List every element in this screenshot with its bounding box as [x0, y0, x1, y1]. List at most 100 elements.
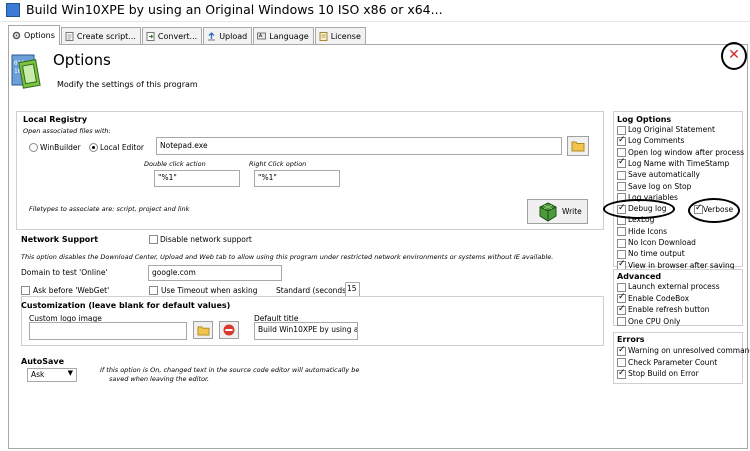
app-window: Build Win10XPE by using an Original Wind… [0, 0, 750, 451]
checkbox-row[interactable]: Log Name with TimeStamp [617, 157, 730, 169]
checkbox[interactable] [617, 182, 626, 191]
tab-options[interactable]: Options [8, 25, 60, 45]
checkbox[interactable] [617, 148, 626, 158]
tab-create-script[interactable]: Create script... [60, 27, 141, 45]
standard-seconds-value: 15 [347, 284, 357, 293]
browse-editor-button[interactable] [567, 136, 589, 156]
write-button[interactable]: Write [527, 199, 588, 224]
autosave-select[interactable]: Ask ▼ [27, 368, 77, 382]
tab-upload[interactable]: Upload [203, 27, 253, 45]
checkbox[interactable] [617, 227, 626, 237]
radio-winbuilder[interactable] [29, 143, 38, 152]
checkbox[interactable] [617, 304, 626, 315]
page-subtitle: Modify the settings of this program [57, 80, 198, 89]
checkbox-label: Open log window after process [628, 147, 745, 157]
checkbox-label: Launch external process [628, 282, 720, 291]
checkbox[interactable] [617, 249, 626, 259]
tab-label: License [330, 32, 361, 41]
checkbox-row[interactable]: Log Comments [617, 135, 684, 146]
checkbox[interactable] [617, 282, 626, 292]
checkbox-row[interactable]: Log Original Statement [617, 125, 715, 135]
checkbox-label: No time output [628, 249, 685, 259]
folder-icon [571, 141, 585, 152]
checkbox[interactable] [617, 238, 626, 248]
folder-icon [197, 325, 209, 336]
checkbox-label: Save log on Stop [628, 181, 692, 191]
ask-webget-checkbox[interactable] [21, 286, 30, 295]
checkbox-row[interactable]: Save automatically [617, 170, 700, 180]
checkbox-row[interactable]: Enable refresh button [617, 304, 709, 315]
page-title: Options [53, 51, 111, 69]
checkbox-row[interactable]: Save log on Stop [617, 181, 692, 191]
default-title-input[interactable]: Build Win10XPE by using an Or [254, 322, 358, 340]
clear-logo-button[interactable] [219, 321, 239, 339]
checkbox-row[interactable]: Launch external process [617, 282, 720, 292]
logo-image-input[interactable] [29, 322, 187, 340]
checkbox-row[interactable]: Warning on unresolved command [617, 345, 750, 356]
radio-local-editor-label: Local Editor [100, 143, 145, 152]
domain-input[interactable]: google.com [148, 265, 282, 281]
autosave-select-value: Ask [31, 370, 45, 379]
chevron-down-icon: ▼ [67, 369, 73, 377]
close-icon[interactable]: ✕ [726, 46, 742, 64]
checkbox-row[interactable]: Hide Icons [617, 227, 667, 237]
checkbox[interactable] [617, 317, 626, 326]
checkbox[interactable] [617, 135, 626, 146]
checkbox-row[interactable]: Enable CodeBox [617, 292, 689, 303]
radio-winbuilder-label: WinBuilder [40, 143, 81, 152]
checkbox[interactable] [617, 157, 626, 169]
tab-language[interactable]: Language [253, 27, 314, 45]
standard-seconds-label: Standard (seconds) [276, 286, 350, 295]
open-associated-label: Open associated files with: [23, 127, 111, 135]
checkbox[interactable] [617, 170, 626, 180]
use-timeout-checkbox[interactable] [149, 286, 158, 295]
convert-icon [146, 32, 155, 41]
network-support-title: Network Support [21, 235, 99, 244]
checkbox-row[interactable]: One CPU Only [617, 317, 680, 326]
use-timeout-label: Use Timeout when asking [161, 286, 258, 295]
write-button-label: Write [562, 207, 582, 216]
checkbox[interactable] [617, 292, 626, 303]
checkbox-row[interactable]: No Icon Download [617, 238, 696, 248]
ask-webget-label: Ask before 'WebGet' [33, 286, 110, 295]
checkbox-label: No Icon Download [628, 238, 696, 247]
app-icon [6, 3, 20, 17]
title-bar: Build Win10XPE by using an Original Wind… [0, 0, 750, 22]
checkbox-row[interactable]: No time output [617, 249, 685, 259]
tab-label: Options [24, 31, 55, 40]
errors-title: Errors [617, 335, 645, 344]
autosave-note-line1: If this option is On, changed text in th… [100, 366, 360, 374]
disable-network-label: Disable network support [160, 235, 252, 244]
checkbox[interactable] [617, 358, 626, 367]
editor-path-input[interactable]: Notepad.exe [156, 137, 562, 155]
remove-icon [223, 324, 235, 336]
language-icon [257, 32, 267, 41]
standard-seconds-spinner[interactable]: 15 [345, 282, 360, 297]
checkbox-row[interactable]: Stop Build on Error [617, 368, 699, 379]
cube-icon [539, 201, 557, 222]
local-registry-title: Local Registry [23, 115, 88, 124]
right-click-input[interactable]: "%1" [254, 170, 340, 187]
advanced-title: Advanced [617, 272, 662, 281]
license-icon [319, 32, 328, 41]
checkbox-label: Warning on unresolved command [628, 346, 750, 355]
radio-local-editor[interactable] [89, 143, 98, 152]
verbose-annotation-ring [688, 198, 740, 223]
autosave-title: AutoSave [21, 357, 65, 366]
double-click-input[interactable]: "%1" [154, 170, 240, 187]
disable-network-checkbox[interactable] [149, 235, 158, 244]
tab-license[interactable]: License [314, 27, 366, 45]
tab-convert[interactable]: Convert... [141, 27, 203, 45]
checkbox[interactable] [617, 125, 626, 135]
checkbox-label: Log Name with TimeStamp [628, 158, 730, 168]
window-title: Build Win10XPE by using an Original Wind… [26, 2, 443, 17]
checkbox-row[interactable]: Check Parameter Count [617, 357, 718, 367]
tab-label: Language [269, 32, 309, 41]
checkbox-label: Check Parameter Count [628, 357, 718, 367]
checkbox[interactable] [617, 345, 626, 356]
browse-logo-button[interactable] [193, 321, 213, 339]
tab-label: Create script... [76, 32, 136, 41]
checkbox-row[interactable]: Open log window after process [617, 148, 744, 158]
checkbox[interactable] [617, 368, 626, 379]
gear-icon [12, 31, 21, 40]
